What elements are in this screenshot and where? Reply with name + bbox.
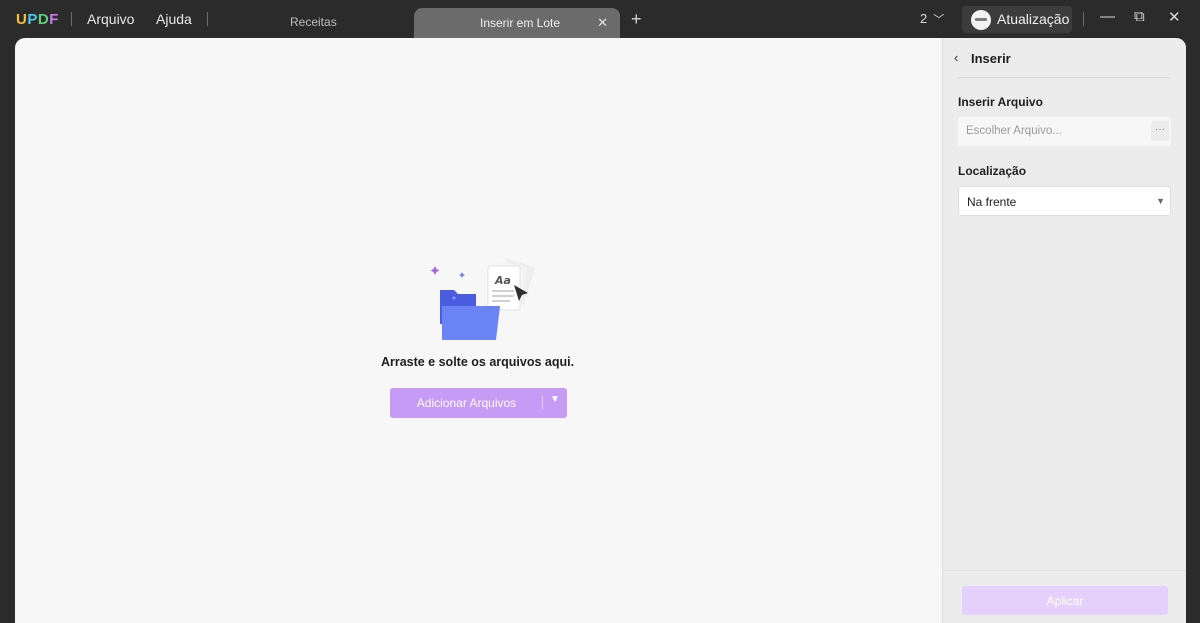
logo-letter-d: D [37, 11, 50, 28]
panel-title: Inserir [971, 51, 1011, 66]
window-close-icon[interactable]: ✕ [1168, 8, 1181, 26]
back-icon[interactable]: ‹ [954, 50, 958, 65]
file-chooser-input[interactable]: Escolher Arquivo... ··· [958, 117, 1171, 146]
update-label: Atualização [997, 11, 1070, 27]
close-icon[interactable]: ✕ [597, 15, 608, 31]
file-placeholder: Escolher Arquivo... [966, 125, 1062, 137]
browse-button[interactable]: ··· [1151, 121, 1169, 141]
page-count-value: 2 [920, 11, 928, 26]
location-value: Na frente [967, 195, 1017, 209]
page-count-dropdown[interactable]: 2 ﹀ [920, 11, 944, 27]
update-button[interactable]: Atualização [962, 6, 1072, 33]
panel-divider [958, 77, 1171, 78]
caret-down-icon: ▼ [1156, 196, 1165, 206]
panel-header: ‹ Inserir [943, 38, 1186, 78]
tab-batch-insert[interactable]: Inserir em Lote ✕ [414, 8, 620, 40]
apply-label: Aplicar [1046, 594, 1084, 608]
logo-letter-p: P [27, 11, 38, 28]
apply-button[interactable]: Aplicar [962, 586, 1168, 615]
title-bar: UPDF Arquivo Ajuda Receitas Inserir em L… [0, 0, 1200, 40]
main-content: Aa Arraste e solte os arquivos aqui. Adi… [15, 38, 1186, 623]
drop-zone[interactable]: Aa Arraste e solte os arquivos aqui. Adi… [15, 38, 942, 623]
tab-receitas[interactable]: Receitas [290, 15, 337, 29]
logo-letter-u: U [16, 11, 28, 28]
menu-file[interactable]: Arquivo [87, 11, 134, 27]
insert-file-label: Inserir Arquivo [958, 95, 1043, 109]
menu-separator [71, 12, 72, 26]
window-separator [1083, 12, 1084, 26]
chevron-down-icon: ﹀ [933, 14, 945, 26]
menu-help[interactable]: Ajuda [156, 11, 192, 27]
minimize-icon[interactable]: — [1100, 8, 1115, 25]
plus-icon[interactable]: + [631, 9, 642, 30]
logo-letter-f: F [49, 11, 59, 28]
footer-divider [943, 570, 1186, 571]
location-select[interactable]: Na frente ▼ [958, 186, 1171, 216]
drop-instructions: Arraste e solte os arquivos aqui. [380, 355, 575, 369]
caret-down-icon[interactable]: ▼ [550, 394, 560, 405]
button-divider [542, 396, 543, 410]
svg-text:Aa: Aa [494, 274, 511, 287]
add-files-label: Adicionar Arquivos [416, 396, 517, 410]
add-files-button[interactable]: Adicionar Arquivos ▼ [390, 388, 567, 418]
location-label: Localização [958, 164, 1027, 178]
insert-panel: ‹ Inserir Inserir Arquivo Escolher Arqui… [942, 38, 1186, 623]
updf-logo[interactable]: UPDF [16, 11, 59, 28]
tab-label: Inserir em Lote [480, 16, 561, 30]
menu-separator [207, 12, 208, 26]
folder-documents-icon: Aa [430, 258, 535, 340]
avatar [971, 10, 991, 30]
restore-icon[interactable]: ⧉ [1134, 8, 1145, 25]
